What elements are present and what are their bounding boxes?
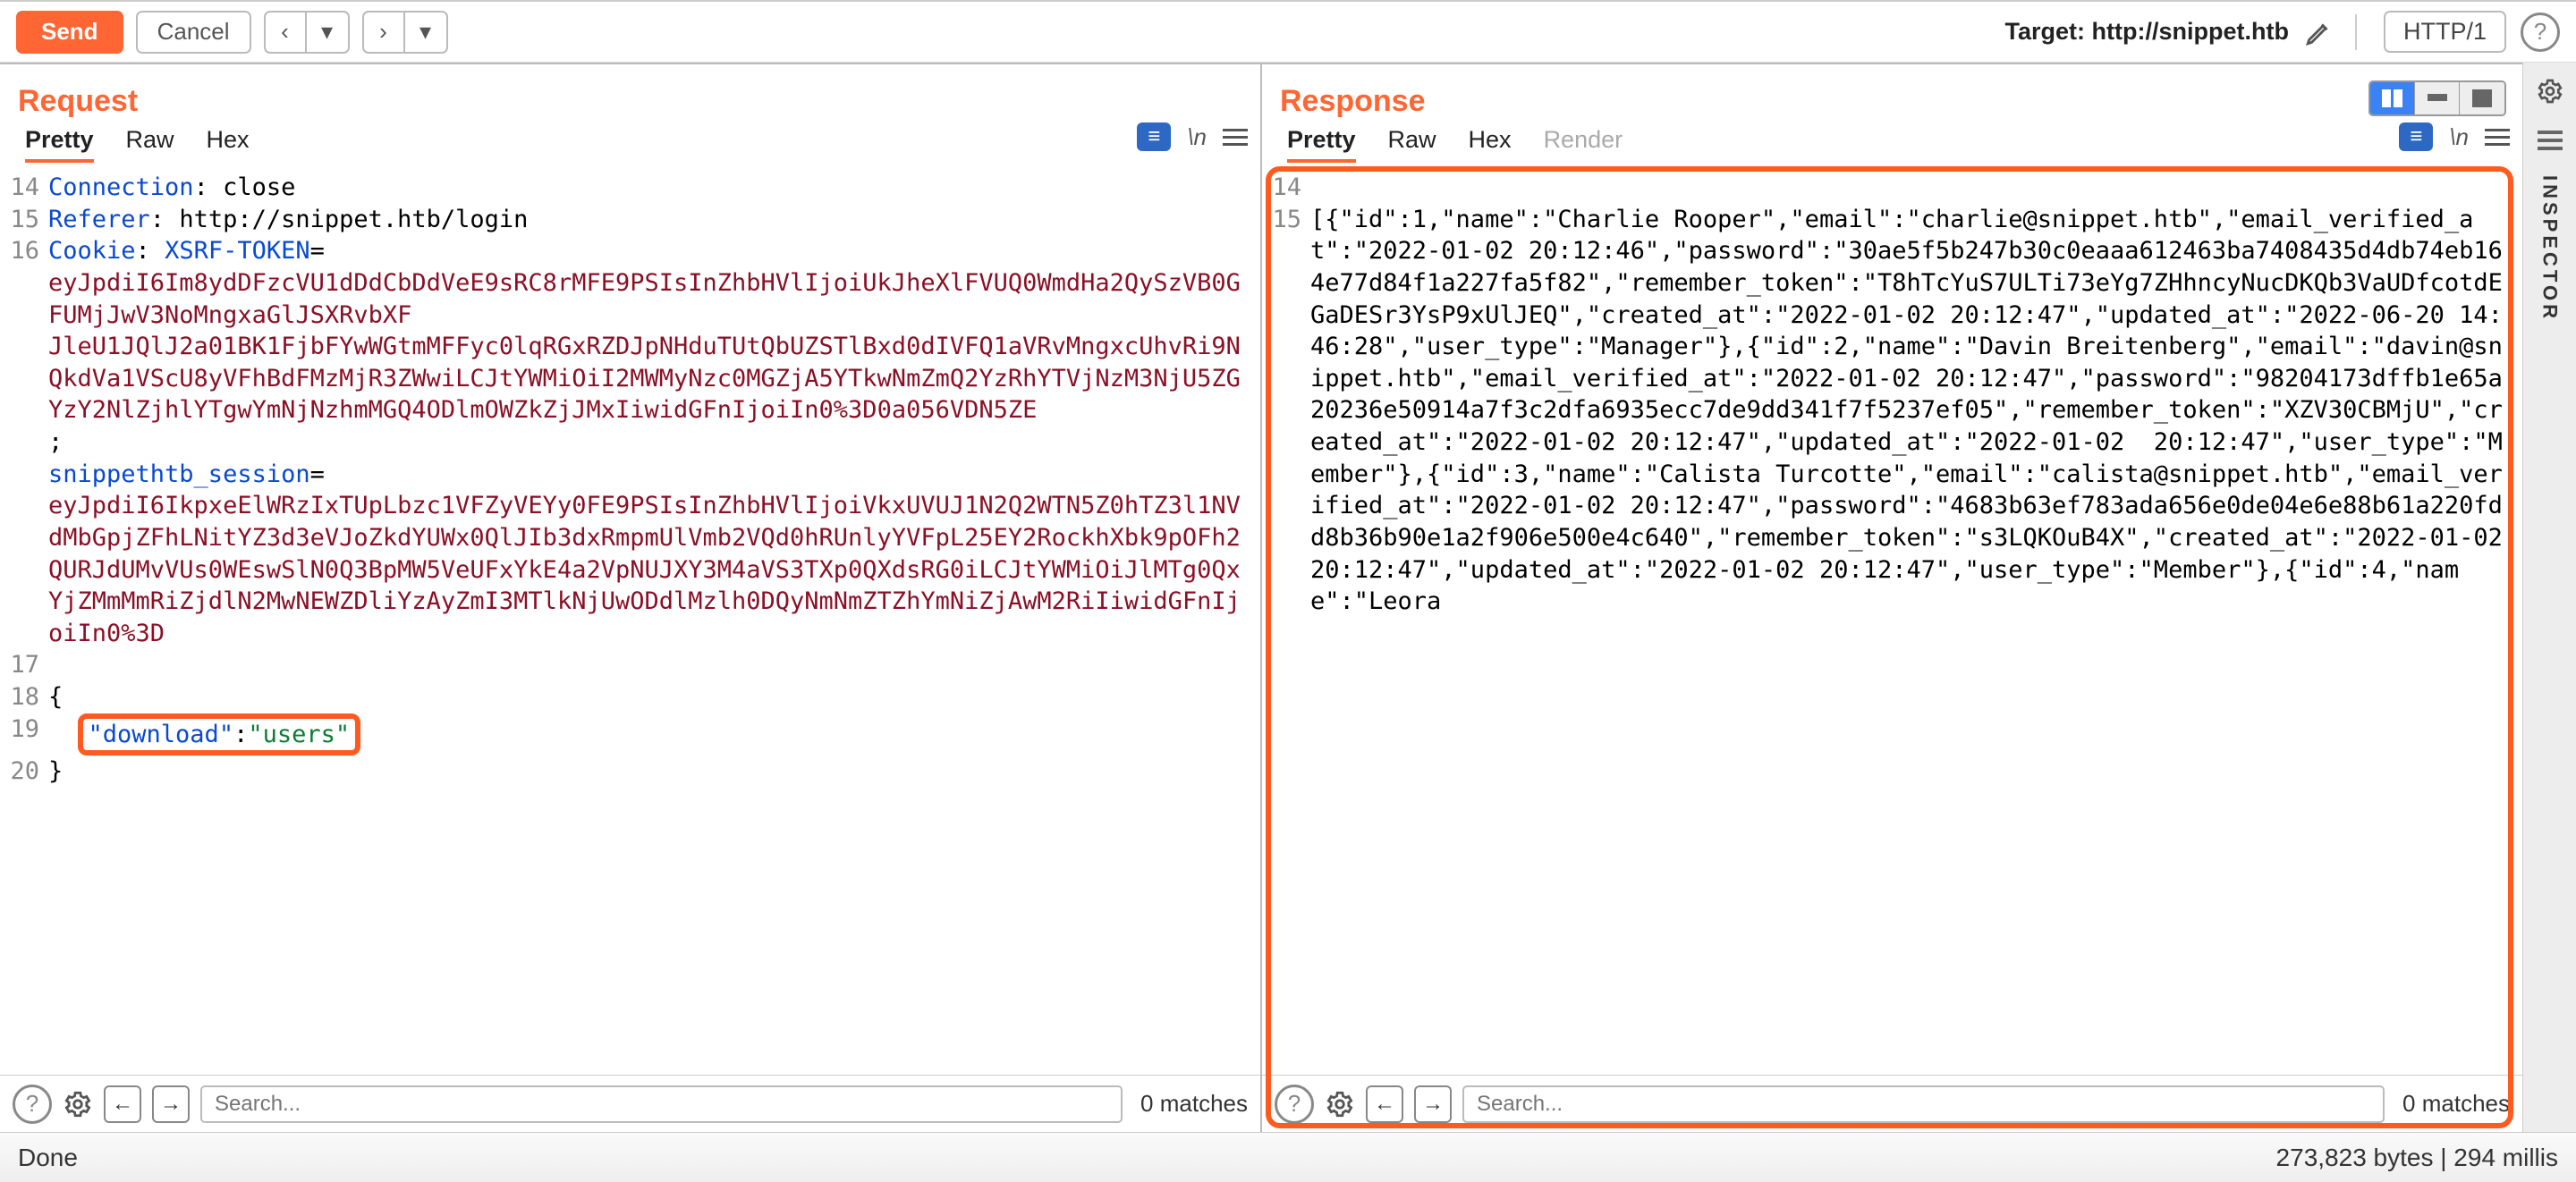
request-searchbar: ? ← → 0 matches bbox=[0, 1075, 1260, 1132]
history-forward-group: › ▾ bbox=[362, 11, 448, 54]
status-left: Done bbox=[18, 1144, 78, 1172]
search-help-icon[interactable]: ? bbox=[13, 1085, 52, 1124]
tab-render[interactable]: Render bbox=[1544, 126, 1623, 163]
layout-single-icon[interactable] bbox=[2460, 82, 2504, 114]
tab-raw[interactable]: Raw bbox=[126, 126, 174, 163]
request-tabs: Pretty Raw Hex ≡ \n bbox=[0, 126, 1260, 168]
newline-toggle[interactable]: \n bbox=[2449, 123, 2469, 151]
search-settings-icon[interactable] bbox=[1325, 1089, 1355, 1119]
history-back-group: ‹ ▾ bbox=[264, 11, 350, 54]
expand-icon[interactable] bbox=[2538, 131, 2563, 150]
search-help-icon[interactable]: ? bbox=[1275, 1085, 1314, 1124]
layout-stacked-icon[interactable] bbox=[2415, 82, 2460, 114]
tab-pretty[interactable]: Pretty bbox=[25, 126, 94, 163]
search-matches: 0 matches bbox=[2395, 1090, 2510, 1118]
response-title: Response bbox=[1262, 64, 2522, 126]
tab-pretty[interactable]: Pretty bbox=[1287, 126, 1356, 163]
settings-icon[interactable] bbox=[2536, 77, 2564, 106]
search-prev-button[interactable]: ← bbox=[104, 1085, 141, 1123]
target-label: Target: http://snippet.htb bbox=[2005, 18, 2289, 46]
search-input[interactable] bbox=[1462, 1085, 2385, 1123]
tab-hex[interactable]: Hex bbox=[1469, 126, 1512, 163]
cancel-button[interactable]: Cancel bbox=[136, 11, 251, 54]
history-back-menu[interactable]: ▾ bbox=[307, 11, 350, 54]
response-editor[interactable]: 1415[{"id":1,"name":"Charlie Rooper","em… bbox=[1262, 168, 2522, 1075]
response-searchbar: ? ← → 0 matches bbox=[1262, 1075, 2522, 1132]
edit-target-icon[interactable] bbox=[2300, 13, 2339, 52]
tab-hex[interactable]: Hex bbox=[207, 126, 250, 163]
request-editor[interactable]: 14Connection: close15Referer: http://sni… bbox=[0, 168, 1260, 1075]
request-pane: Request Pretty Raw Hex ≡ \n 14Connection… bbox=[0, 63, 1262, 1132]
view-menu-icon[interactable] bbox=[2485, 129, 2510, 146]
response-pane: Response Pretty Raw Hex Render ≡ \n 1415… bbox=[1262, 63, 2522, 1132]
layout-toggle[interactable] bbox=[2368, 80, 2506, 116]
history-forward-button[interactable]: › bbox=[362, 11, 405, 54]
top-toolbar: Send Cancel ‹ ▾ › ▾ Target: http://snipp… bbox=[0, 0, 2576, 63]
inspector-rail: INSPECTOR bbox=[2522, 63, 2576, 1132]
search-settings-icon[interactable] bbox=[63, 1089, 93, 1119]
search-next-button[interactable]: → bbox=[1414, 1085, 1452, 1123]
history-forward-menu[interactable]: ▾ bbox=[405, 11, 448, 54]
search-matches: 0 matches bbox=[1133, 1090, 1248, 1118]
response-tabs: Pretty Raw Hex Render ≡ \n bbox=[1262, 126, 2522, 168]
http-version-selector[interactable]: HTTP/1 bbox=[2384, 11, 2506, 53]
layout-side-by-side-icon[interactable] bbox=[2370, 82, 2415, 114]
status-bar: Done 273,823 bytes | 294 millis bbox=[0, 1132, 2576, 1182]
view-menu-icon[interactable] bbox=[1223, 129, 1248, 146]
actions-icon[interactable]: ≡ bbox=[2399, 122, 2433, 151]
history-back-button[interactable]: ‹ bbox=[264, 11, 307, 54]
workspace: Request Pretty Raw Hex ≡ \n 14Connection… bbox=[0, 63, 2576, 1132]
send-button[interactable]: Send bbox=[16, 11, 123, 54]
status-right: 273,823 bytes | 294 millis bbox=[2276, 1144, 2558, 1172]
search-next-button[interactable]: → bbox=[152, 1085, 190, 1123]
help-icon[interactable]: ? bbox=[2521, 13, 2560, 52]
tab-raw[interactable]: Raw bbox=[1388, 126, 1436, 163]
inspector-label[interactable]: INSPECTOR bbox=[2538, 175, 2562, 322]
request-title: Request bbox=[0, 64, 1260, 126]
actions-icon[interactable]: ≡ bbox=[1137, 122, 1171, 151]
search-input[interactable] bbox=[200, 1085, 1123, 1123]
newline-toggle[interactable]: \n bbox=[1187, 123, 1207, 151]
search-prev-button[interactable]: ← bbox=[1366, 1085, 1403, 1123]
